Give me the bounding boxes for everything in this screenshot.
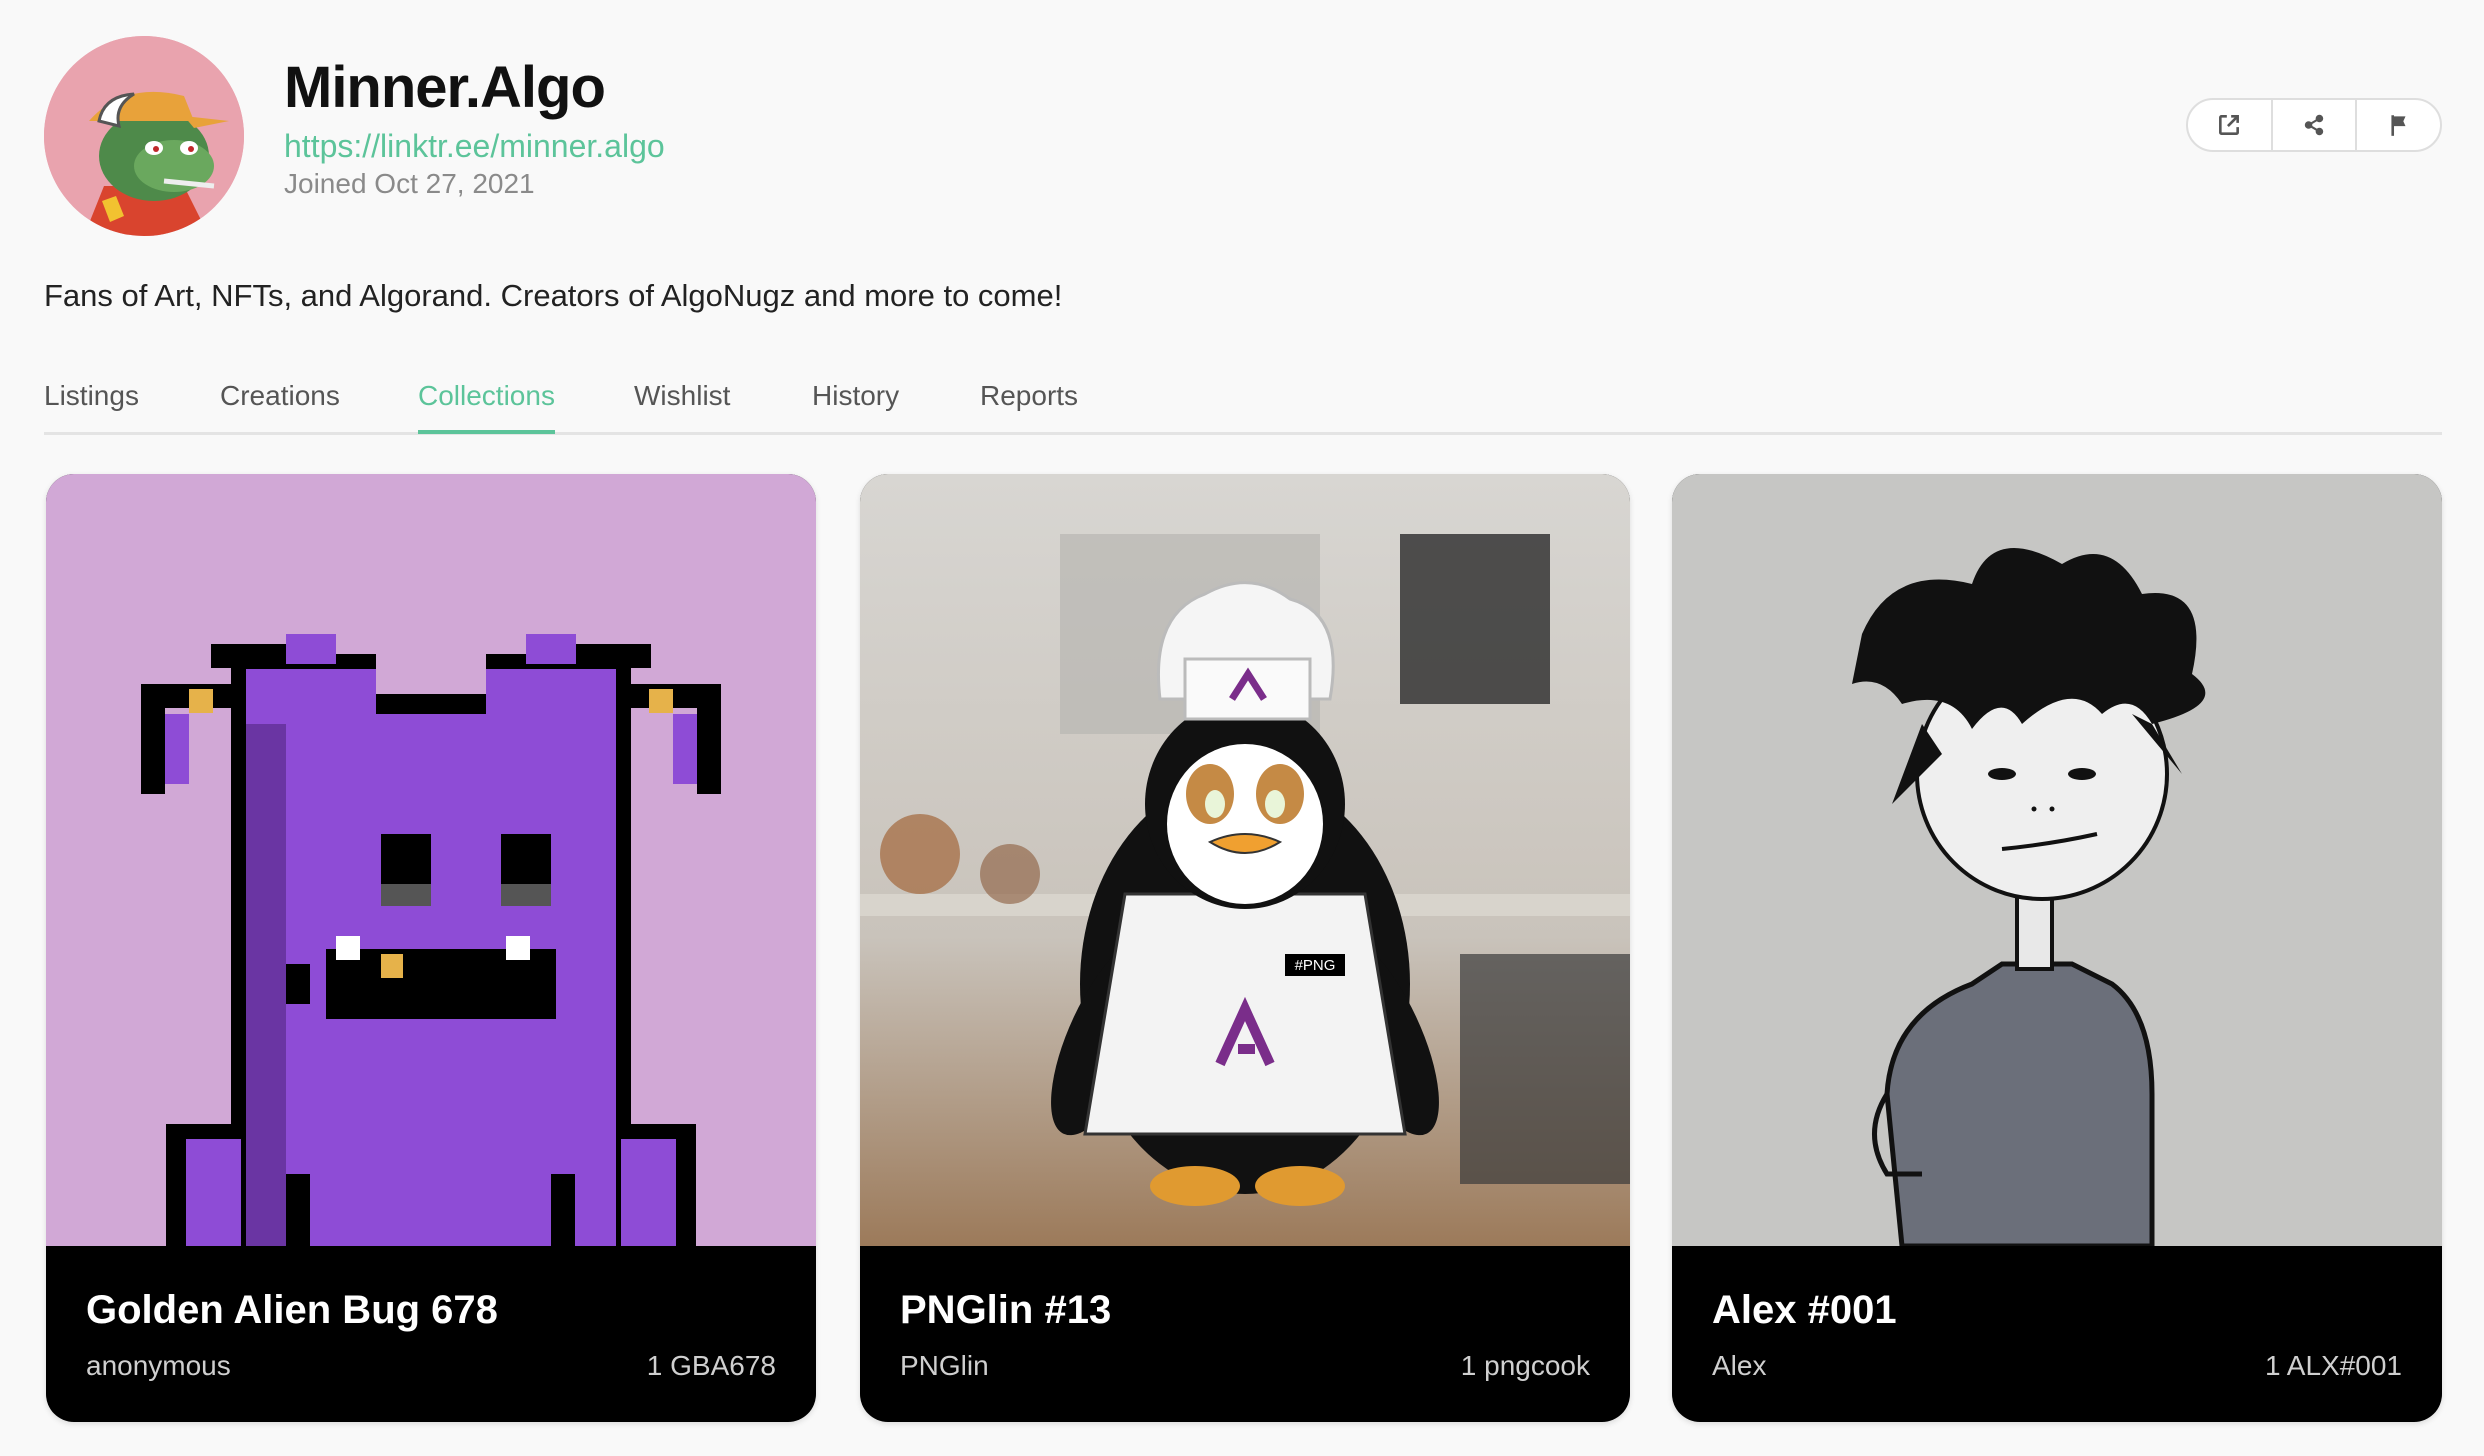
svg-text:#PNG: #PNG — [1295, 957, 1336, 974]
profile-link[interactable]: https://linktr.ee/minner.algo — [284, 128, 665, 165]
profile-bio: Fans of Art, NFTs, and Algorand. Creator… — [44, 278, 1063, 313]
profile-name: Minner.Algo — [284, 55, 606, 120]
collection-card[interactable]: Alex #001 Alex 1 ALX#001 — [1672, 474, 2442, 1422]
collection-card[interactable]: Golden Alien Bug 678 anonymous 1 GBA678 — [46, 474, 816, 1422]
tab-reports[interactable]: Reports — [980, 380, 1078, 430]
profile-avatar — [44, 36, 244, 236]
collection-card[interactable]: #PNG PNGlin #13 PNGlin 1 pngcook — [860, 474, 1630, 1422]
card-unit: 1 GBA678 — [646, 1350, 776, 1381]
tab-collections[interactable]: Collections — [418, 380, 555, 434]
tab-wishlist[interactable]: Wishlist — [634, 380, 730, 430]
card-title: PNGlin #13 — [900, 1288, 1112, 1332]
flag-icon — [2391, 115, 2406, 136]
external-link-button[interactable] — [2188, 100, 2273, 150]
card-title: Golden Alien Bug 678 — [86, 1288, 498, 1332]
profile-actions — [2186, 98, 2442, 152]
tab-listings[interactable]: Listings — [44, 380, 139, 430]
nft-image — [46, 474, 816, 1246]
share-icon — [2304, 114, 2324, 136]
card-creator: Alex — [1712, 1350, 1767, 1381]
nft-image: #PNG — [860, 474, 1630, 1246]
tab-creations[interactable]: Creations — [220, 380, 340, 430]
card-unit: 1 ALX#001 — [2264, 1350, 2402, 1381]
joined-date: Joined Oct 27, 2021 — [284, 168, 535, 199]
card-title: Alex #001 — [1712, 1288, 1897, 1332]
share-button[interactable] — [2273, 100, 2358, 150]
card-creator: anonymous — [86, 1350, 231, 1381]
nft-image — [1672, 474, 2442, 1246]
report-button[interactable] — [2357, 100, 2440, 150]
profile-tabs: Listings Creations Collections Wishlist … — [44, 370, 2442, 435]
tab-history[interactable]: History — [812, 380, 899, 430]
card-creator: PNGlin — [900, 1350, 989, 1381]
card-unit: 1 pngcook — [1460, 1350, 1590, 1381]
external-link-icon — [2219, 115, 2240, 135]
